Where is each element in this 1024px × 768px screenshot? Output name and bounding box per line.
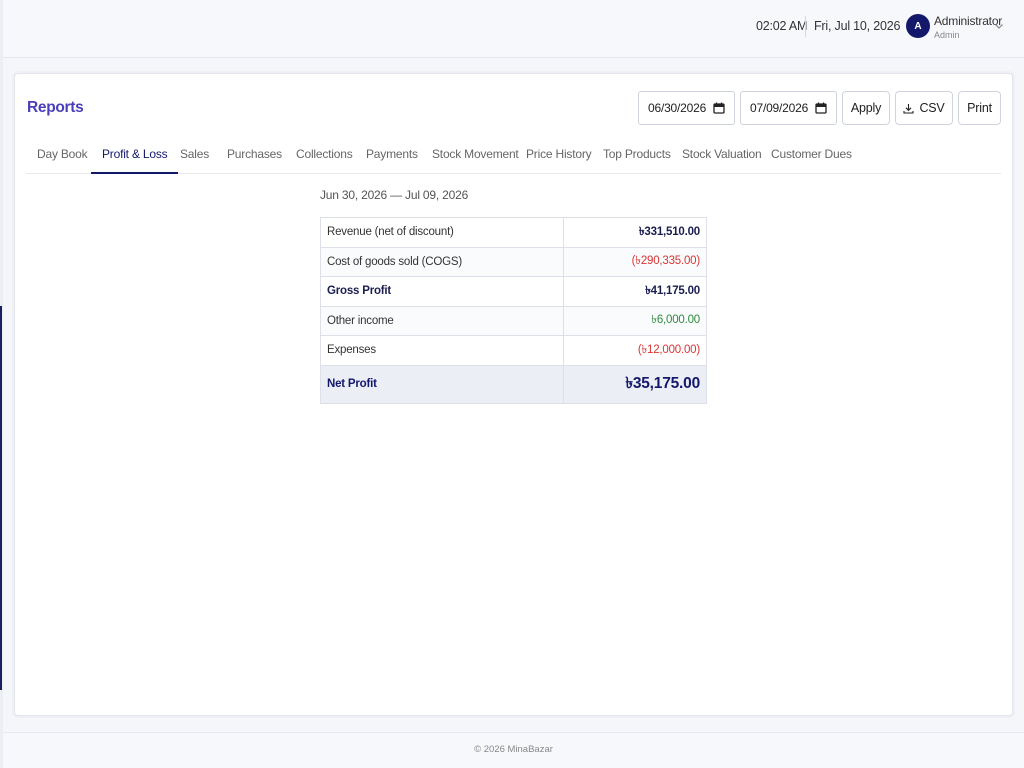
print-button[interactable]: Print	[958, 91, 1001, 125]
net-profit-label: Net Profit	[320, 364, 564, 404]
tab-day-book[interactable]: Day Book	[26, 134, 98, 174]
report-tabs: Day Book Profit & Loss Sales Purchases C…	[26, 134, 1001, 174]
tab-stock-valuation[interactable]: Stock Valuation	[671, 134, 773, 174]
footer: © 2026 MinaBazar	[3, 732, 1024, 768]
date-from-value: 06/30/2026	[648, 101, 707, 115]
tab-payments[interactable]: Payments	[355, 134, 429, 174]
row-value: ৳41,175.00	[563, 276, 707, 307]
net-profit-value: ৳35,175.00	[563, 364, 707, 404]
row-label: Revenue (net of discount)	[320, 217, 564, 248]
profit-loss-table: Revenue (net of discount) ৳331,510.00 Co…	[320, 217, 707, 404]
date-to-input[interactable]: 07/09/2026	[740, 91, 837, 125]
chevron-down-icon[interactable]	[994, 21, 1004, 31]
row-value: ৳6,000.00	[563, 305, 707, 336]
tab-sales[interactable]: Sales	[169, 134, 220, 174]
download-icon	[903, 103, 914, 114]
calendar-icon[interactable]	[713, 102, 725, 114]
row-label: Cost of goods sold (COGS)	[320, 246, 564, 277]
reports-card: Reports 06/30/2026 07/09/2026 Apply CSV …	[14, 73, 1013, 716]
user-role: Admin	[934, 30, 960, 40]
report-date-range: Jun 30, 2026 — Jul 09, 2026	[320, 188, 469, 202]
date-to-value: 07/09/2026	[750, 101, 809, 115]
csv-label: CSV	[919, 101, 945, 115]
clock-time: 02:02 AM	[756, 19, 808, 33]
net-profit-row: Net Profit ৳35,175.00	[320, 364, 707, 404]
current-date: Fri, Jul 10, 2026	[814, 19, 901, 33]
table-row: Expenses (৳12,000.00)	[320, 335, 707, 366]
row-label: Gross Profit	[320, 276, 564, 307]
table-row: Gross Profit ৳41,175.00	[320, 276, 707, 307]
tab-customer-dues[interactable]: Customer Dues	[760, 134, 863, 174]
tab-price-history[interactable]: Price History	[515, 134, 602, 174]
sidebar-accent	[0, 306, 2, 690]
table-row: Cost of goods sold (COGS) (৳290,335.00)	[320, 246, 707, 277]
apply-button[interactable]: Apply	[842, 91, 890, 125]
tab-stock-movement[interactable]: Stock Movement	[421, 134, 530, 174]
table-row: Other income ৳6,000.00	[320, 305, 707, 336]
tab-purchases[interactable]: Purchases	[216, 134, 293, 174]
tab-collections[interactable]: Collections	[285, 134, 364, 174]
tab-profit-loss[interactable]: Profit & Loss	[91, 134, 179, 174]
row-value: (৳290,335.00)	[563, 246, 707, 277]
avatar[interactable]: A	[906, 14, 930, 38]
user-name[interactable]: Administrator	[934, 14, 1002, 28]
table-row: Revenue (net of discount) ৳331,510.00	[320, 217, 707, 248]
top-bar: 02:02 AM Fri, Jul 10, 2026 A Administrat…	[3, 0, 1024, 58]
csv-button[interactable]: CSV	[895, 91, 953, 125]
divider	[805, 16, 806, 37]
calendar-icon[interactable]	[815, 102, 827, 114]
tab-top-products[interactable]: Top Products	[592, 134, 682, 174]
row-label: Expenses	[320, 335, 564, 366]
row-label: Other income	[320, 305, 564, 336]
page-title: Reports	[27, 99, 84, 116]
row-value: (৳12,000.00)	[563, 335, 707, 366]
row-value: ৳331,510.00	[563, 217, 707, 248]
date-from-input[interactable]: 06/30/2026	[638, 91, 735, 125]
